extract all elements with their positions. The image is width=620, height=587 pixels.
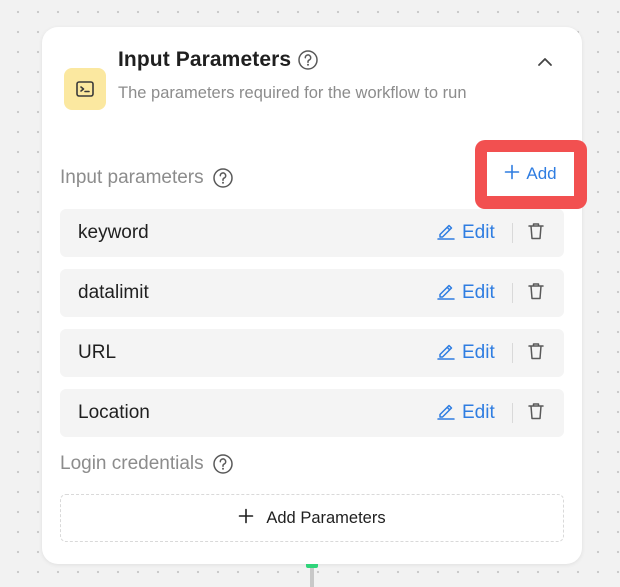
section-label-text: Input parameters bbox=[60, 167, 204, 188]
parameter-list: keyword Edit datalimit Edit URL Edit Loc… bbox=[60, 209, 564, 449]
edit-button[interactable]: Edit bbox=[436, 269, 495, 317]
node-subtitle: The parameters required for the workflow… bbox=[118, 84, 467, 102]
plus-icon bbox=[238, 508, 266, 529]
edit-button[interactable]: Edit bbox=[436, 209, 495, 257]
parameter-row: URL Edit bbox=[60, 329, 564, 377]
parameter-row: datalimit Edit bbox=[60, 269, 564, 317]
pencil-icon bbox=[436, 340, 462, 366]
trash-icon bbox=[526, 401, 546, 426]
delete-button[interactable] bbox=[524, 341, 548, 365]
parameter-row: Location Edit bbox=[60, 389, 564, 437]
add-parameter-button[interactable]: Add bbox=[487, 152, 574, 196]
input-parameters-node: Input Parameters The parameters required… bbox=[42, 27, 587, 564]
edit-label: Edit bbox=[462, 222, 495, 243]
divider bbox=[512, 283, 513, 303]
help-icon[interactable] bbox=[297, 49, 319, 71]
help-icon[interactable] bbox=[212, 453, 234, 475]
login-credentials-label: Login credentials bbox=[60, 453, 234, 475]
add-parameter-label: Add bbox=[526, 164, 557, 183]
edit-button[interactable]: Edit bbox=[436, 329, 495, 377]
parameter-row: keyword Edit bbox=[60, 209, 564, 257]
parameter-name: URL bbox=[78, 342, 117, 363]
pencil-icon bbox=[436, 280, 462, 306]
edit-label: Edit bbox=[462, 402, 495, 423]
plus-icon bbox=[504, 164, 526, 185]
edit-label: Edit bbox=[462, 342, 495, 363]
edit-label: Edit bbox=[462, 282, 495, 303]
trash-icon bbox=[526, 221, 546, 246]
parameter-name: Location bbox=[78, 402, 150, 423]
pencil-icon bbox=[436, 400, 462, 426]
chevron-up-icon bbox=[536, 53, 554, 76]
section-label-text: Login credentials bbox=[60, 453, 204, 474]
divider bbox=[512, 343, 513, 363]
input-parameters-label: Input parameters bbox=[60, 167, 234, 189]
delete-button[interactable] bbox=[524, 281, 548, 305]
trash-icon bbox=[526, 341, 546, 366]
workflow-connector-handle[interactable] bbox=[306, 564, 318, 568]
node-header: Input Parameters bbox=[118, 48, 319, 72]
node-title: Input Parameters bbox=[118, 48, 292, 71]
parameter-name: datalimit bbox=[78, 282, 149, 303]
collapse-button[interactable] bbox=[532, 51, 558, 77]
edit-button[interactable]: Edit bbox=[436, 389, 495, 437]
delete-button[interactable] bbox=[524, 221, 548, 245]
add-login-parameters-button[interactable]: Add Parameters bbox=[60, 494, 564, 542]
parameter-name: keyword bbox=[78, 222, 149, 243]
pencil-icon bbox=[436, 220, 462, 246]
help-icon[interactable] bbox=[212, 167, 234, 189]
terminal-icon bbox=[64, 68, 106, 110]
delete-button[interactable] bbox=[524, 401, 548, 425]
divider bbox=[512, 223, 513, 243]
divider bbox=[512, 403, 513, 423]
trash-icon bbox=[526, 281, 546, 306]
add-parameters-label: Add Parameters bbox=[266, 508, 386, 527]
